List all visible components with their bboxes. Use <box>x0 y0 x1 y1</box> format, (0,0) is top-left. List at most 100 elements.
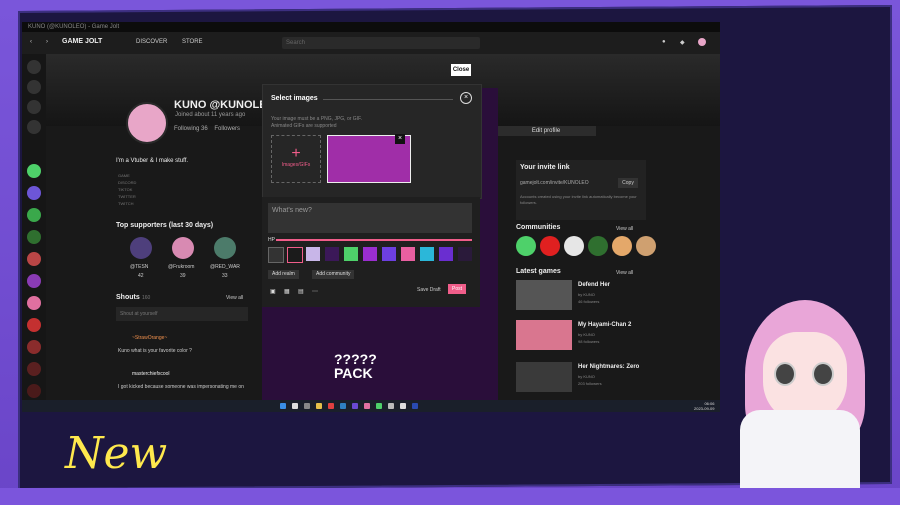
shout-author-1[interactable]: ~StrawOrange~ <box>132 335 167 341</box>
photoshop-icon[interactable] <box>412 403 418 409</box>
background-swatch-10[interactable] <box>439 247 453 261</box>
nav-discover[interactable]: DISCOVER <box>136 39 167 45</box>
link-twitch[interactable]: TWITCH <box>118 200 136 207</box>
more-icon[interactable]: ⋯ <box>312 288 318 295</box>
background-swatch-11[interactable] <box>458 247 472 261</box>
background-swatch-2[interactable] <box>287 247 303 263</box>
background-swatch-4[interactable] <box>325 247 339 261</box>
communities-view-all[interactable]: View all <box>616 226 633 232</box>
community-bubble-4[interactable] <box>588 236 608 256</box>
close-button[interactable]: Close <box>451 64 471 76</box>
community-icon-6[interactable] <box>27 274 41 288</box>
game-thumb-2[interactable] <box>516 320 572 350</box>
twitch-icon[interactable] <box>352 403 358 409</box>
nav-store[interactable]: STORE <box>182 39 203 45</box>
community-bubble-6[interactable] <box>636 236 656 256</box>
settings-icon[interactable] <box>388 403 394 409</box>
supporter-avatar-2[interactable] <box>172 237 194 259</box>
explorer-icon[interactable] <box>316 403 322 409</box>
save-draft-button[interactable]: Save Draft <box>417 287 441 293</box>
steam-icon[interactable] <box>340 403 346 409</box>
profile-bio: I'm a Vtuber & I make stuff. <box>116 158 189 164</box>
back-icon[interactable]: ‹ <box>30 39 32 45</box>
shouts-view-all[interactable]: View all <box>226 295 243 301</box>
home-icon[interactable] <box>27 60 41 74</box>
upload-images-button[interactable]: + Images/GIFs <box>271 135 321 183</box>
background-swatch-7[interactable] <box>382 247 396 261</box>
gamejolt-logo[interactable]: GAME JOLT <box>62 38 102 45</box>
community-icon-3[interactable] <box>27 208 41 222</box>
supporter-avatar-1[interactable] <box>130 237 152 259</box>
game-thumb-3[interactable] <box>516 362 572 392</box>
tab-following[interactable]: Following 36 <box>174 126 208 132</box>
game-title-1[interactable]: Defend Her <box>578 282 610 288</box>
post-textarea[interactable]: What's new? <box>268 203 472 233</box>
background-swatch-8[interactable] <box>401 247 415 261</box>
supporter-avatar-3[interactable] <box>214 237 236 259</box>
add-community-button[interactable]: Add community <box>312 270 355 279</box>
modal-hint-gifs: Animated GIFs are supported <box>271 123 337 129</box>
forward-icon[interactable]: › <box>46 39 48 45</box>
add-realm-button[interactable]: Add realm <box>268 270 299 279</box>
community-icon-8[interactable] <box>27 318 41 332</box>
community-icon-11[interactable] <box>27 384 41 398</box>
shout-author-2[interactable]: masterchiefxcool <box>132 371 170 377</box>
communities-title: Communities <box>516 224 561 231</box>
obs-icon[interactable] <box>400 403 406 409</box>
video-icon[interactable]: ▤ <box>298 288 304 295</box>
link-game[interactable]: GAME <box>118 172 136 179</box>
remove-image-icon[interactable]: × <box>395 134 405 144</box>
taskview-icon[interactable] <box>304 403 310 409</box>
post-button[interactable]: Post <box>448 284 466 294</box>
opera-icon[interactable] <box>328 403 334 409</box>
avatar[interactable] <box>698 38 706 46</box>
left-rail <box>22 54 46 400</box>
community-icon-4[interactable] <box>27 230 41 244</box>
profile-tabs: Following 36 Followers <box>174 126 240 132</box>
community-bubble-3[interactable] <box>564 236 584 256</box>
gamejolt-taskbar-icon[interactable] <box>376 403 382 409</box>
bottom-stripe <box>0 488 900 505</box>
background-swatch-9[interactable] <box>420 247 434 261</box>
game-title-3[interactable]: Her Nightmares: Zero <box>578 364 639 370</box>
poll-icon[interactable]: ▦ <box>284 288 290 295</box>
link-discord[interactable]: DISCORD <box>118 179 136 186</box>
link-twitter[interactable]: TWITTER <box>118 193 136 200</box>
community-bubble-5[interactable] <box>612 236 632 256</box>
app-icon[interactable] <box>364 403 370 409</box>
modal-divider <box>323 99 453 100</box>
game-thumb-1[interactable] <box>516 280 572 310</box>
background-swatch-5[interactable] <box>344 247 358 261</box>
game-title-2[interactable]: My Hayami-Chan 2 <box>578 322 631 328</box>
search-input[interactable]: Search <box>282 37 480 49</box>
image-icon[interactable]: ▣ <box>270 288 276 295</box>
tab-followers[interactable]: Followers <box>214 126 240 132</box>
shout-input[interactable]: Shout at yourself <box>116 307 248 321</box>
copy-button[interactable]: Copy <box>618 178 638 188</box>
link-tiktok[interactable]: TIKTOK <box>118 186 136 193</box>
latest-games-view-all[interactable]: View all <box>616 270 633 276</box>
background-swatch-3[interactable] <box>306 247 320 261</box>
community-icon-2[interactable] <box>27 186 41 200</box>
background-swatch-6[interactable] <box>363 247 377 261</box>
realm-icon[interactable] <box>27 120 41 134</box>
bell-icon[interactable]: ● <box>662 39 666 45</box>
modal-hint-formats: Your image must be a PNG, JPG, or GIF. <box>271 116 362 122</box>
community-icon-10[interactable] <box>27 362 41 376</box>
background-swatch-1[interactable] <box>268 247 284 263</box>
community-bubble-2[interactable] <box>540 236 560 256</box>
close-icon[interactable]: × <box>460 92 472 104</box>
chat-icon[interactable]: ◆ <box>680 39 685 46</box>
library-icon[interactable] <box>27 100 41 114</box>
start-icon[interactable] <box>280 403 286 409</box>
community-icon-9[interactable] <box>27 340 41 354</box>
community-icon-5[interactable] <box>27 252 41 266</box>
search-icon[interactable] <box>292 403 298 409</box>
community-icon-7[interactable] <box>27 296 41 310</box>
community-bubble-1[interactable] <box>516 236 536 256</box>
invite-link[interactable]: gamejolt.com/invite/KUNOLEO <box>520 180 589 186</box>
store-icon[interactable] <box>27 80 41 94</box>
profile-avatar[interactable] <box>126 102 168 144</box>
edit-profile-button[interactable]: Edit profile <box>496 126 596 136</box>
community-icon-1[interactable] <box>27 164 41 178</box>
